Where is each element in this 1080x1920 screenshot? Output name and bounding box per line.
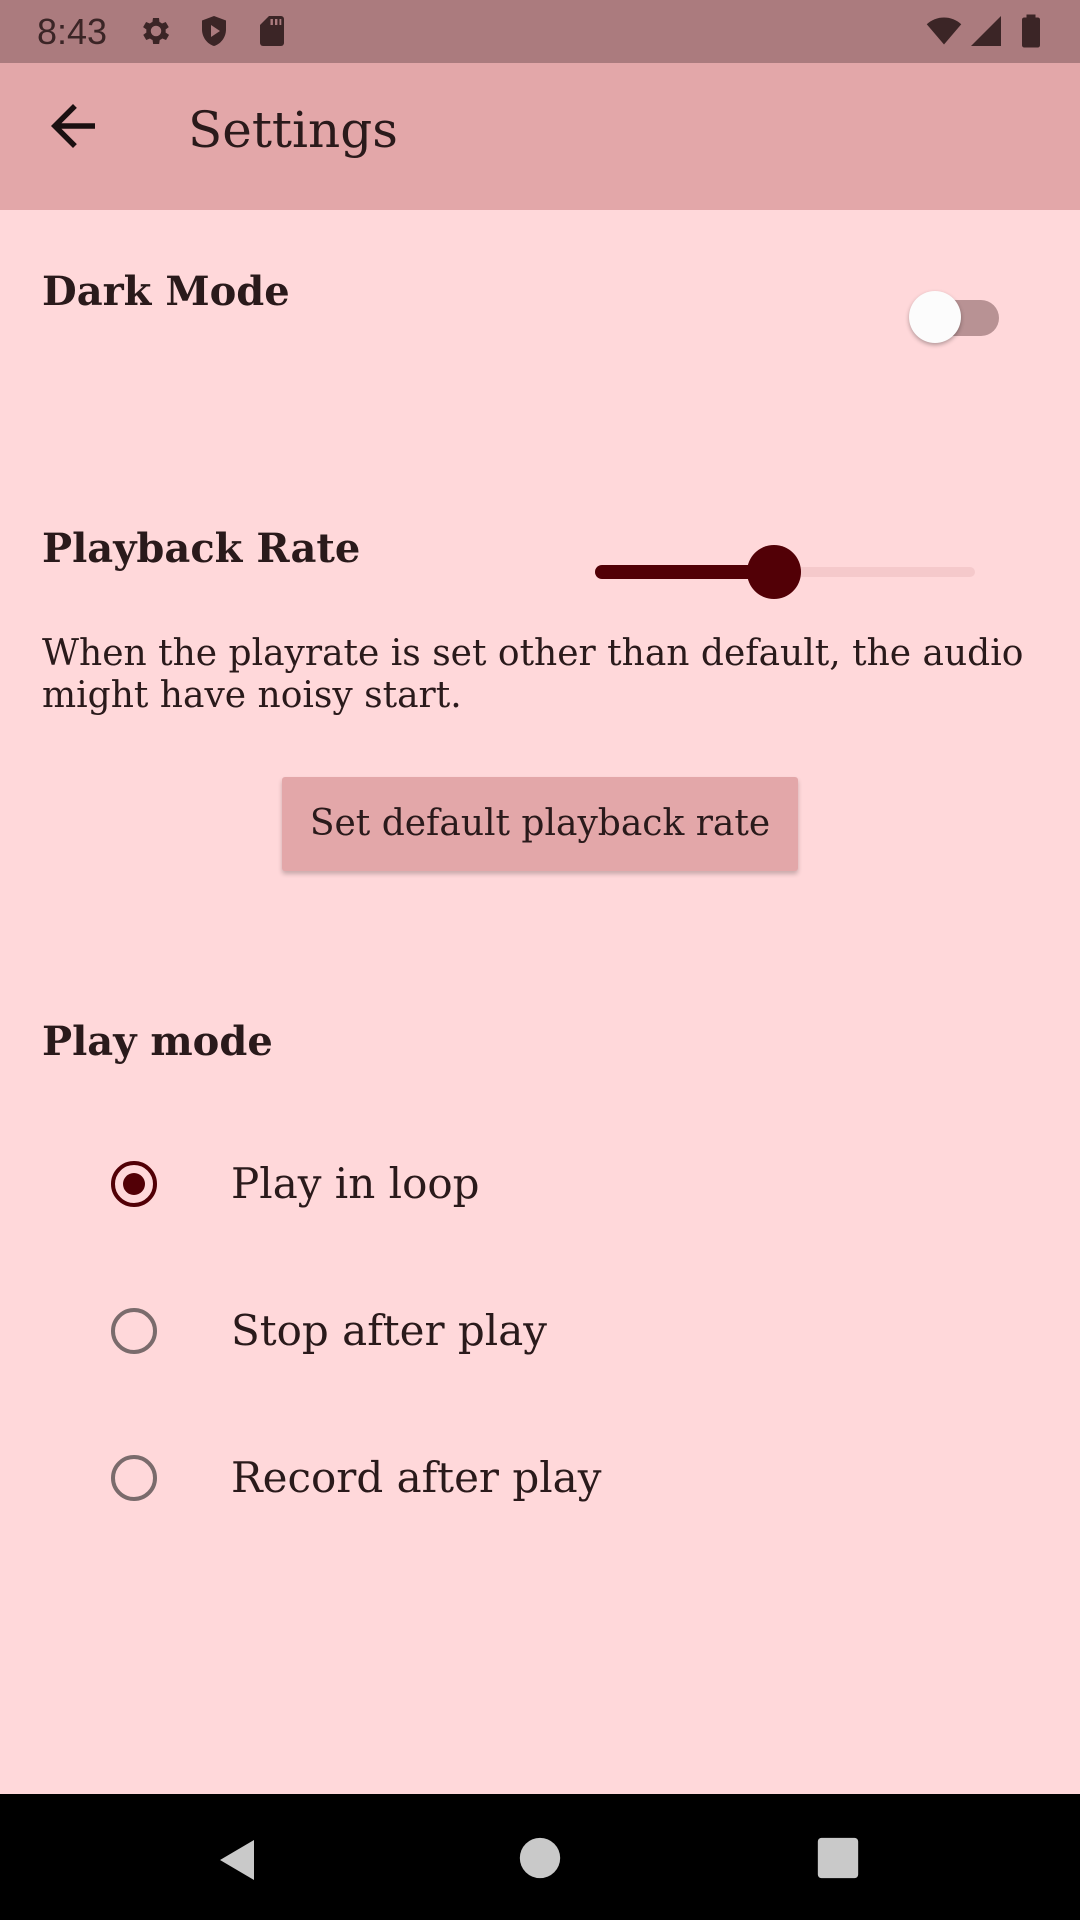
home-circle-icon[interactable] <box>518 1836 562 1880</box>
slider-thumb[interactable] <box>747 545 801 599</box>
sd-card-icon <box>260 16 284 46</box>
app-bar: Settings <box>0 63 1080 210</box>
arrow-left-icon[interactable] <box>40 93 106 159</box>
radio-label: Stop after play <box>231 1306 548 1355</box>
status-bar: 8:43 <box>0 0 1080 63</box>
gear-icon <box>143 17 170 45</box>
status-time: 8:43 <box>37 11 108 52</box>
recents-square-icon[interactable] <box>816 1836 860 1880</box>
shield-icon <box>202 16 226 46</box>
radio-label: Play in loop <box>231 1159 480 1208</box>
radio-button[interactable] <box>111 1308 157 1354</box>
toggle-thumb[interactable] <box>909 291 961 343</box>
battery-icon <box>1022 14 1040 48</box>
dark-mode-label: Dark Mode <box>42 268 290 315</box>
radio-button[interactable] <box>111 1455 157 1501</box>
system-nav-bar <box>0 1794 1080 1920</box>
signal-icon <box>971 16 1001 46</box>
radio-selected-dot <box>123 1173 145 1195</box>
wifi-icon <box>926 17 962 45</box>
radio-option-play-in-loop[interactable]: Play in loop <box>0 1111 1080 1251</box>
playback-rate-slider[interactable] <box>595 545 975 599</box>
dark-mode-toggle[interactable] <box>905 288 1005 344</box>
radio-option-stop-after-play[interactable]: Stop after play <box>0 1258 1080 1398</box>
radio-option-record-after-play[interactable]: Record after play <box>0 1405 1080 1545</box>
playback-rate-label: Playback Rate <box>42 525 361 572</box>
playback-rate-note: When the playrate is set other than defa… <box>42 633 1024 716</box>
play-mode-label: Play mode <box>42 1018 273 1065</box>
radio-label: Record after play <box>231 1453 602 1502</box>
set-default-playback-rate-button[interactable]: Set default playback rate <box>282 777 798 871</box>
radio-button[interactable] <box>111 1161 157 1207</box>
back-triangle-icon[interactable] <box>214 1836 262 1884</box>
page-title: Settings <box>188 101 398 159</box>
